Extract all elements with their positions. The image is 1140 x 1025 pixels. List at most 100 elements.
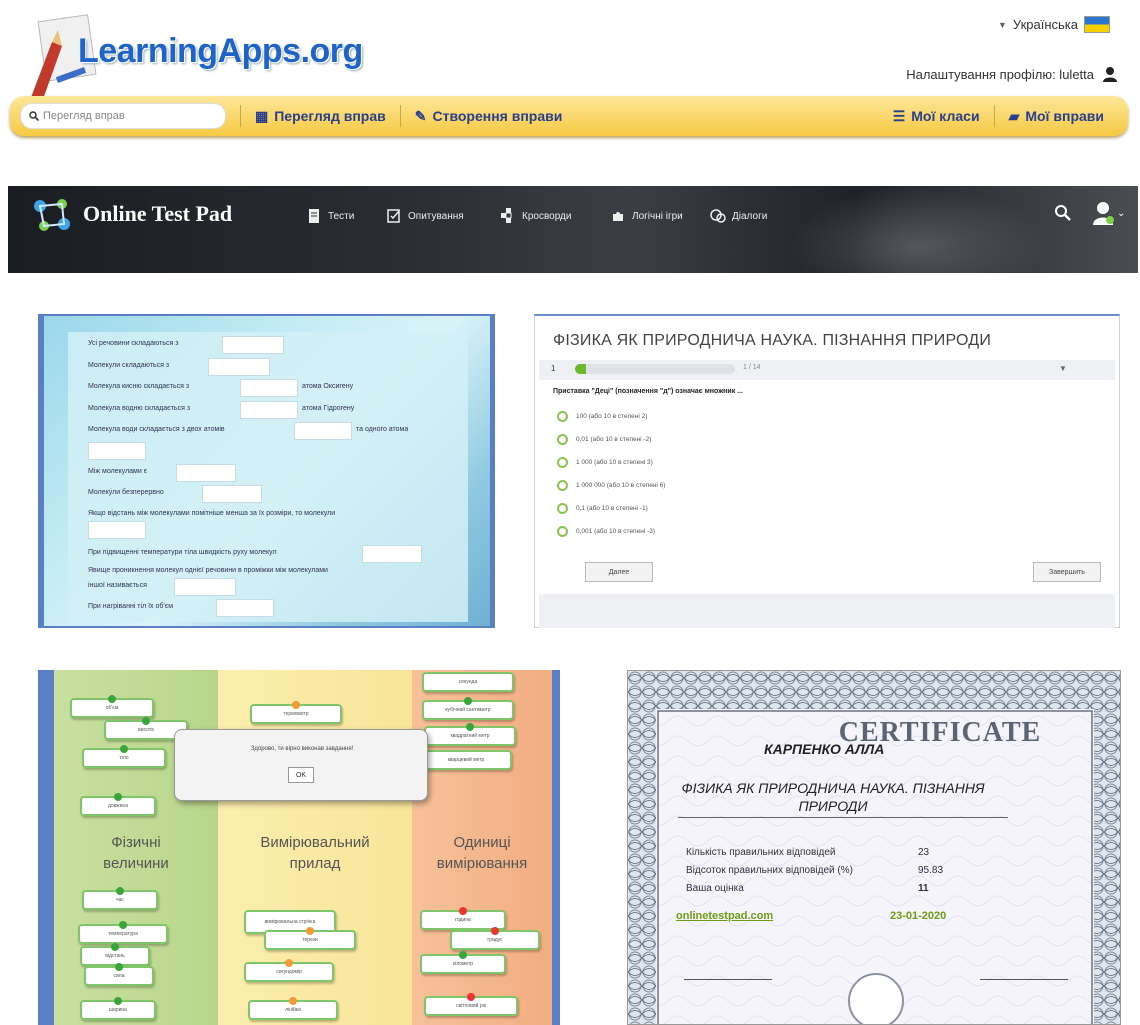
onlinetestpad-logo-icon [34, 199, 70, 231]
answer-option[interactable]: 0,001 (або 10 в степені -3) [557, 526, 655, 537]
learningapps-logo[interactable]: LearningApps.org [78, 32, 363, 71]
draggable-card[interactable]: тіло [82, 745, 166, 768]
exercise-line: Якщо відстань між молекулами помітніше м… [88, 510, 336, 517]
draggable-card[interactable]: довжина [80, 793, 156, 816]
draggable-card[interactable]: кілометр [420, 951, 506, 974]
pin-icon [115, 963, 123, 971]
draggable-card[interactable]: час [82, 887, 158, 910]
column-heading-line: Фізичні [111, 834, 161, 851]
answer-option[interactable]: 1 000 000 (або 10 в степені 6) [557, 480, 665, 491]
card-label: вимірювальна стрічка [264, 919, 316, 925]
nav-surveys[interactable]: Опитування [386, 208, 464, 224]
radio-button[interactable] [557, 411, 568, 422]
pin-icon [491, 927, 499, 935]
certificate-panel: CERTIFICATE КАРПЕНКО АЛЛА ФІЗИКА ЯК ПРИР… [627, 670, 1121, 1025]
answer-option[interactable]: 0,1 (або 10 в степені -1) [557, 503, 648, 514]
answer-option[interactable]: 100 (або 10 в степені 2) [557, 411, 647, 422]
radio-button[interactable] [557, 526, 568, 537]
draggable-card[interactable]: ширина [80, 997, 156, 1020]
card-label: кілометр [452, 961, 474, 967]
column-heading-line: прилад [289, 855, 341, 872]
exercise-line: Молекули безперервно [88, 489, 164, 496]
chevron-down-icon[interactable]: ▼ [1059, 364, 1067, 373]
onlinetestpad-logo[interactable]: Online Test Pad [83, 201, 232, 227]
user-menu[interactable]: ⌄ [1093, 201, 1125, 225]
nav-browse-exercises[interactable]: ▦ Перегляд вправ [241, 104, 400, 128]
answer-field[interactable] [362, 545, 422, 563]
answer-field[interactable] [88, 521, 146, 539]
nav-my-classes[interactable]: ☰ Мої класи [879, 104, 994, 128]
nav-logic-games[interactable]: Логічні ігри [610, 208, 683, 224]
subject-line: ПРИРОДИ [798, 798, 868, 814]
answer-option[interactable]: 1 000 (або 10 в степені 3) [557, 457, 653, 468]
pin-icon [292, 701, 300, 709]
draggable-card[interactable]: квадратний метр [424, 723, 516, 746]
draggable-card[interactable]: кубічний сантиметр [422, 697, 514, 720]
nav-browse-label: Перегляд вправ [274, 108, 386, 124]
draggable-card[interactable]: світловий рік [424, 993, 518, 1016]
radio-button[interactable] [557, 457, 568, 468]
column-heading-line: вимірювання [436, 855, 528, 872]
answer-field[interactable] [202, 485, 262, 503]
language-selector[interactable]: ▼ Українська [998, 16, 1110, 33]
search-icon[interactable] [1054, 204, 1072, 222]
nav-create-exercise[interactable]: ✎ Створення вправи [401, 104, 577, 128]
draggable-card[interactable]: відстань [80, 943, 150, 966]
nav-tests[interactable]: Тести [306, 208, 354, 224]
site-link[interactable]: onlinetestpad.com [676, 910, 773, 922]
list-icon: ☰ [892, 107, 906, 124]
answer-field[interactable] [88, 442, 146, 460]
card-label: довжина [108, 803, 128, 809]
draggable-card[interactable]: температура [78, 921, 168, 944]
draggable-card[interactable]: лінійка [248, 997, 338, 1020]
answer-field[interactable] [222, 336, 284, 354]
exercise-line: іншої називається [88, 582, 147, 589]
nav-dialogs[interactable]: Діалоги [710, 208, 767, 224]
answer-field[interactable] [174, 578, 236, 596]
draggable-card[interactable]: градус [450, 927, 540, 950]
divider [678, 817, 1008, 818]
answer-field[interactable] [294, 422, 352, 440]
column-heading: Одиниці вимірювання [412, 832, 552, 874]
pin-icon [306, 927, 314, 935]
draggable-card[interactable]: термометр [250, 701, 342, 724]
answer-field[interactable] [176, 464, 236, 482]
radio-button[interactable] [557, 480, 568, 491]
draggable-card[interactable]: секундомір [244, 959, 334, 982]
stat-value: 11 [918, 883, 929, 894]
card-label: сила [113, 973, 125, 979]
radio-button[interactable] [557, 503, 568, 514]
column-heading-line: Одиниці [453, 834, 511, 851]
chevron-down-icon: ⌄ [1117, 207, 1126, 219]
ok-button[interactable]: OK [288, 767, 314, 783]
test-title: ФІЗИКА ЯК ПРИРОДНИЧА НАУКА. ПІЗНАННЯ ПРИ… [553, 332, 992, 349]
draggable-card[interactable]: кварцевий метр [420, 750, 512, 770]
stat-label: Відсоток правильних відповідей (%) [686, 865, 853, 876]
draggable-card[interactable]: секунда [422, 672, 514, 692]
search-input[interactable]: Перегляд вправ [20, 103, 226, 129]
draggable-card[interactable]: об'єм [70, 695, 154, 718]
next-button[interactable]: Далее [585, 562, 653, 582]
answer-field[interactable] [240, 401, 298, 419]
nav-my-exercises[interactable]: ▰ Мої вправи [995, 104, 1128, 128]
draggable-card[interactable]: сила [84, 963, 154, 986]
exercise-line: При підвищенні температури тіла швидкіст… [88, 549, 277, 556]
profile-settings-link[interactable]: Налаштування профілю: luletta [906, 66, 1118, 82]
draggable-card[interactable]: терези [264, 927, 356, 950]
language-label: Українська [1012, 17, 1078, 32]
answer-field[interactable] [208, 358, 270, 376]
fill-in-exercise-panel: Усі речовини складаються з Молекули скла… [38, 314, 495, 628]
card-label: термометр [283, 711, 309, 717]
nav-crosswords[interactable]: Кросворди [500, 208, 571, 224]
pin-icon [120, 745, 128, 753]
exercise-suffix: та одного атома [356, 426, 409, 433]
answer-field[interactable] [216, 599, 274, 617]
finish-button[interactable]: Завершить [1033, 562, 1101, 582]
card-label: терези [302, 937, 318, 943]
stat-label: Ваша оцінка [686, 883, 744, 894]
stat-value: 23 [918, 847, 930, 858]
pin-icon [285, 959, 293, 967]
answer-option[interactable]: 0,01 (або 10 в степені -2) [557, 434, 651, 445]
answer-field[interactable] [240, 379, 298, 397]
radio-button[interactable] [557, 434, 568, 445]
